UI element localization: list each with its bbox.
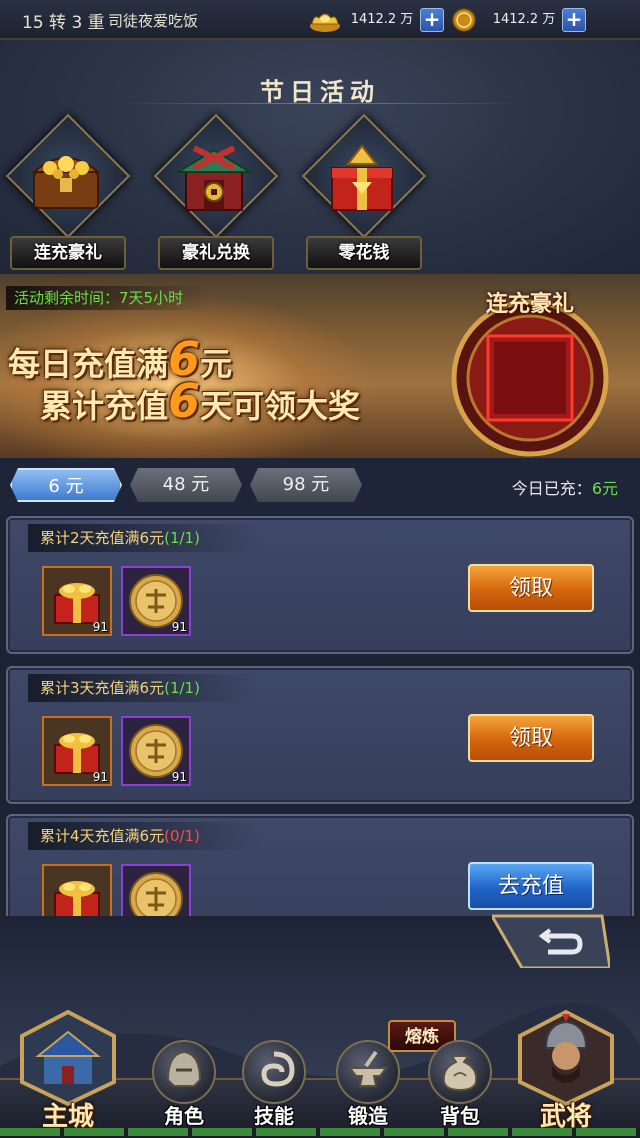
- activity-label: 零花钱: [306, 236, 422, 270]
- task-title: 累计4天充值满6元(0/1): [28, 822, 260, 850]
- gold-ingot-icon: [310, 13, 340, 32]
- tab-98-yuan[interactable]: 98 元: [250, 468, 362, 502]
- treasure-chest-icon: [31, 156, 101, 209]
- recharge-button[interactable]: 去充值: [468, 862, 594, 910]
- general-portrait-icon: [518, 1010, 614, 1106]
- bottom-strip: [0, 1128, 640, 1136]
- activity-continuous-recharge[interactable]: 连充豪礼: [5, 113, 131, 270]
- nav-general[interactable]: 武将: [510, 1010, 622, 1132]
- nav-label: 技能: [254, 1104, 294, 1128]
- banner-line-2: 累计充值6天可领大奖: [40, 374, 361, 428]
- reward-qty: 91: [171, 620, 187, 634]
- festival-panel: 节日活动 连充豪礼 豪礼兑换 零花钱: [0, 40, 640, 274]
- add-coin-button[interactable]: +: [562, 8, 586, 32]
- top-status-bar: 15 转 3 重 司徒夜爱吃饭 1412.2 万 + 1412.2 万 +: [0, 0, 640, 40]
- nav-bag[interactable]: 背包: [420, 1040, 500, 1130]
- rebirth-level: 15 转 3 重: [22, 13, 105, 33]
- activity-pocket-money[interactable]: 零花钱: [301, 113, 427, 270]
- today-charged-amount: 6元: [591, 479, 618, 498]
- medal-title: 连充豪礼: [485, 292, 574, 317]
- coin-icon: [452, 8, 476, 32]
- title-divider: [120, 103, 520, 104]
- task-title: 累计2天充值满6元(1/1): [28, 524, 260, 552]
- red-gift-box-icon: [331, 144, 393, 211]
- nav-label: 锻造: [348, 1104, 388, 1128]
- claim-button[interactable]: 领取: [468, 564, 594, 612]
- nav-main-city[interactable]: 主城: [12, 1010, 124, 1132]
- bag-icon: [442, 1055, 478, 1092]
- gold-ingot-amount: 1412.2 万: [350, 12, 414, 27]
- reward-item[interactable]: 91: [121, 716, 191, 786]
- amount-tabs: 6 元 48 元 98 元 今日已充：6元: [0, 458, 640, 514]
- nav-skill[interactable]: 技能: [234, 1040, 314, 1130]
- task-card: 累计2天充值满6元(1/1) 91 91 领取: [6, 516, 634, 654]
- nav-forge[interactable]: 锻造: [328, 1040, 408, 1130]
- nav-role[interactable]: 角色: [144, 1040, 224, 1130]
- reward-qty: 91: [92, 620, 108, 634]
- task-card: 累计3天充值满6元(1/1) 91 91 领取: [6, 666, 634, 804]
- coin-amount: 1412.2 万: [492, 12, 556, 27]
- reward-qty: 91: [171, 770, 187, 784]
- festival-title: 节日活动: [260, 78, 380, 106]
- swirl-icon: [261, 1051, 295, 1087]
- reward-item[interactable]: 91: [42, 566, 112, 636]
- return-button[interactable]: [492, 912, 610, 968]
- gold-coin-icon: [129, 872, 183, 916]
- reward-item[interactable]: 91: [121, 566, 191, 636]
- gift-shop-icon: [174, 145, 254, 211]
- claim-button[interactable]: 领取: [468, 714, 594, 762]
- reward-qty: 91: [92, 770, 108, 784]
- helmet-icon: [166, 1050, 202, 1087]
- player-name: 司徒夜爱吃饭: [108, 12, 199, 30]
- event-banner: 活动剩余时间：7天5小时 每日充值满6元 累计充值6天可领大奖 连充豪礼: [0, 274, 640, 458]
- reward-item[interactable]: 91: [42, 716, 112, 786]
- reward-item[interactable]: [42, 864, 112, 916]
- tab-6-yuan[interactable]: 6 元: [10, 468, 122, 502]
- add-gold-ingot-button[interactable]: +: [420, 8, 444, 32]
- task-card: 累计4天充值满6元(0/1) 去充值: [6, 814, 634, 916]
- castle-icon: [20, 1010, 116, 1106]
- nav-label: 背包: [440, 1104, 480, 1128]
- tab-48-yuan[interactable]: 48 元: [130, 468, 242, 502]
- today-charged: 今日已充：6元: [511, 479, 618, 498]
- gift-box-icon: [54, 881, 100, 916]
- task-list[interactable]: 累计2天充值满6元(1/1) 91 91 领取 累计3天充值满6元(1/1) 9…: [0, 514, 640, 916]
- activity-label: 连充豪礼: [10, 236, 126, 270]
- reward-item[interactable]: [121, 864, 191, 916]
- nav-label: 角色: [164, 1104, 204, 1128]
- task-title: 累计3天充值满6元(1/1): [28, 674, 260, 702]
- activity-gift-exchange[interactable]: 豪礼兑换: [153, 113, 279, 270]
- activity-label: 豪礼兑换: [158, 236, 274, 270]
- event-timer: 活动剩余时间：7天5小时: [6, 286, 210, 310]
